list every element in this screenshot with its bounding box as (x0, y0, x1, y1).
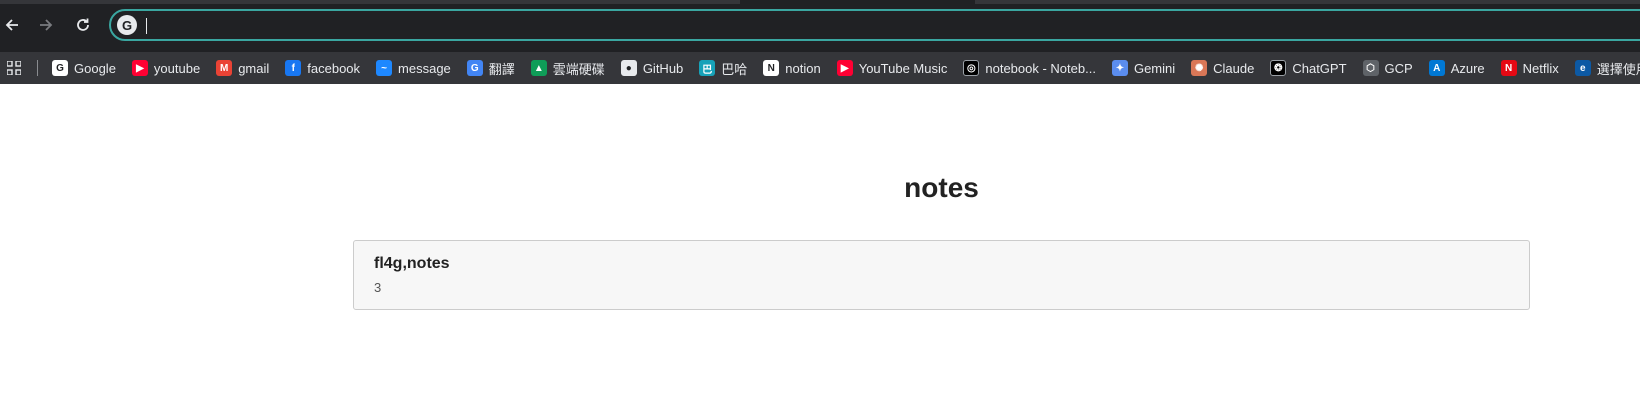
bookmark-notebooklm[interactable]: ◎ notebook - Noteb... (963, 56, 1096, 80)
bookmark-github[interactable]: ● GitHub (620, 56, 684, 80)
forward-icon[interactable] (34, 13, 58, 37)
bookmark-label: Azure (1450, 60, 1485, 76)
bookmark-label: gmail (238, 60, 270, 76)
translate-icon: G (466, 60, 483, 76)
netflix-icon: N (1500, 60, 1517, 76)
bookmark-notion[interactable]: Nnotion (763, 56, 821, 80)
bookmark-translate[interactable]: G 翻譯 (466, 56, 515, 80)
apps-grid-icon[interactable] (7, 61, 21, 75)
claude-icon: ✺ (1191, 60, 1208, 76)
bookmark-label: 雲端硬碟 (552, 61, 605, 77)
tab-strip-edge (975, 0, 1640, 4)
reload-icon[interactable] (71, 13, 95, 37)
bookmark-label: Netflix (1522, 60, 1559, 76)
bahamut-icon: 巴 (699, 60, 716, 76)
google-icon: G (52, 60, 68, 76)
bookmark-label: message (398, 60, 451, 76)
notebooklm-icon: ◎ (963, 60, 980, 76)
messenger-icon: ~ (376, 60, 393, 76)
bookmark-google[interactable]: G Google (52, 56, 116, 80)
page-title: notes (904, 172, 979, 203)
bookmark-facebook[interactable]: f facebook (285, 56, 360, 80)
bookmark-netflix[interactable]: N Netflix (1500, 56, 1559, 80)
bookmark-label: Google (74, 60, 116, 76)
note-card[interactable]: fl4g,notes 3 (353, 240, 1530, 310)
bookmark-chatgpt[interactable]: ❂ ChatGPT (1270, 56, 1347, 80)
youtube-music-icon: ▶ (836, 60, 853, 76)
gmail-icon: M (216, 60, 233, 76)
bookmark-youtube-music[interactable]: ▶ YouTube Music (836, 56, 948, 80)
google-g-icon: G (117, 15, 137, 35)
notion-icon: N (763, 60, 780, 76)
bookmark-bahamut[interactable]: 巴巴哈 (699, 56, 747, 80)
bookmark-edge[interactable]: e 選擇使用者 (1574, 56, 1640, 80)
bookmark-azure[interactable]: A Azure (1428, 56, 1485, 80)
youtube-icon: ▶ (131, 60, 148, 76)
bookmark-messenger[interactable]: ~ message (376, 56, 451, 80)
bookmark-label: notebook - Noteb... (985, 60, 1096, 76)
browser-toolbar: G (0, 0, 1640, 52)
drive-icon: ▲ (530, 60, 547, 76)
github-icon: ● (620, 60, 637, 76)
bookmark-youtube[interactable]: ▶ youtube (131, 56, 201, 80)
bookmark-label: notion (785, 60, 821, 76)
text-caret (146, 18, 147, 34)
bookmark-label: GitHub (642, 60, 684, 76)
bookmark-label: Claude (1213, 60, 1255, 76)
bookmark-label: youtube (153, 60, 201, 76)
tab-strip-edge (0, 0, 740, 4)
bookmark-list: G Google ▶ youtube Mgmail f facebook ~ message G 翻… (52, 52, 1640, 84)
address-bar[interactable]: G (109, 9, 1640, 41)
bookmark-label: 選擇使用者 (1596, 61, 1640, 77)
azure-icon: A (1428, 60, 1445, 76)
back-icon[interactable] (0, 13, 24, 37)
edge-icon: e (1574, 60, 1591, 76)
bookmark-label: YouTube Music (858, 60, 948, 76)
bookmark-gemini[interactable]: ✦ Gemini (1111, 56, 1176, 80)
bookmark-label: GCP (1384, 60, 1413, 76)
gemini-icon: ✦ (1111, 60, 1128, 76)
bookmark-label: 巴哈 (721, 61, 748, 77)
bookmark-gcp[interactable]: ⬡ GCP (1362, 56, 1413, 80)
note-title: fl4g,notes (374, 255, 450, 272)
bookmarks-bar: G Google ▶ youtube Mgmail f facebook ~ message G 翻… (0, 52, 1640, 84)
bookmark-claude[interactable]: ✺ Claude (1191, 56, 1254, 80)
bookmark-label: facebook (307, 60, 361, 76)
gcp-icon: ⬡ (1362, 60, 1379, 76)
bookmark-label: ChatGPT (1292, 60, 1347, 76)
facebook-icon: f (285, 60, 302, 76)
bookmark-label: Gemini (1133, 60, 1176, 76)
bookmark-gmail[interactable]: Mgmail (216, 56, 269, 80)
bookmarks-separator (37, 60, 38, 76)
bookmark-drive[interactable]: ▲ 雲端硬碟 (530, 56, 605, 80)
chatgpt-icon: ❂ (1270, 60, 1287, 76)
bookmark-label: 翻譯 (488, 61, 515, 77)
note-count: 3 (374, 280, 382, 295)
